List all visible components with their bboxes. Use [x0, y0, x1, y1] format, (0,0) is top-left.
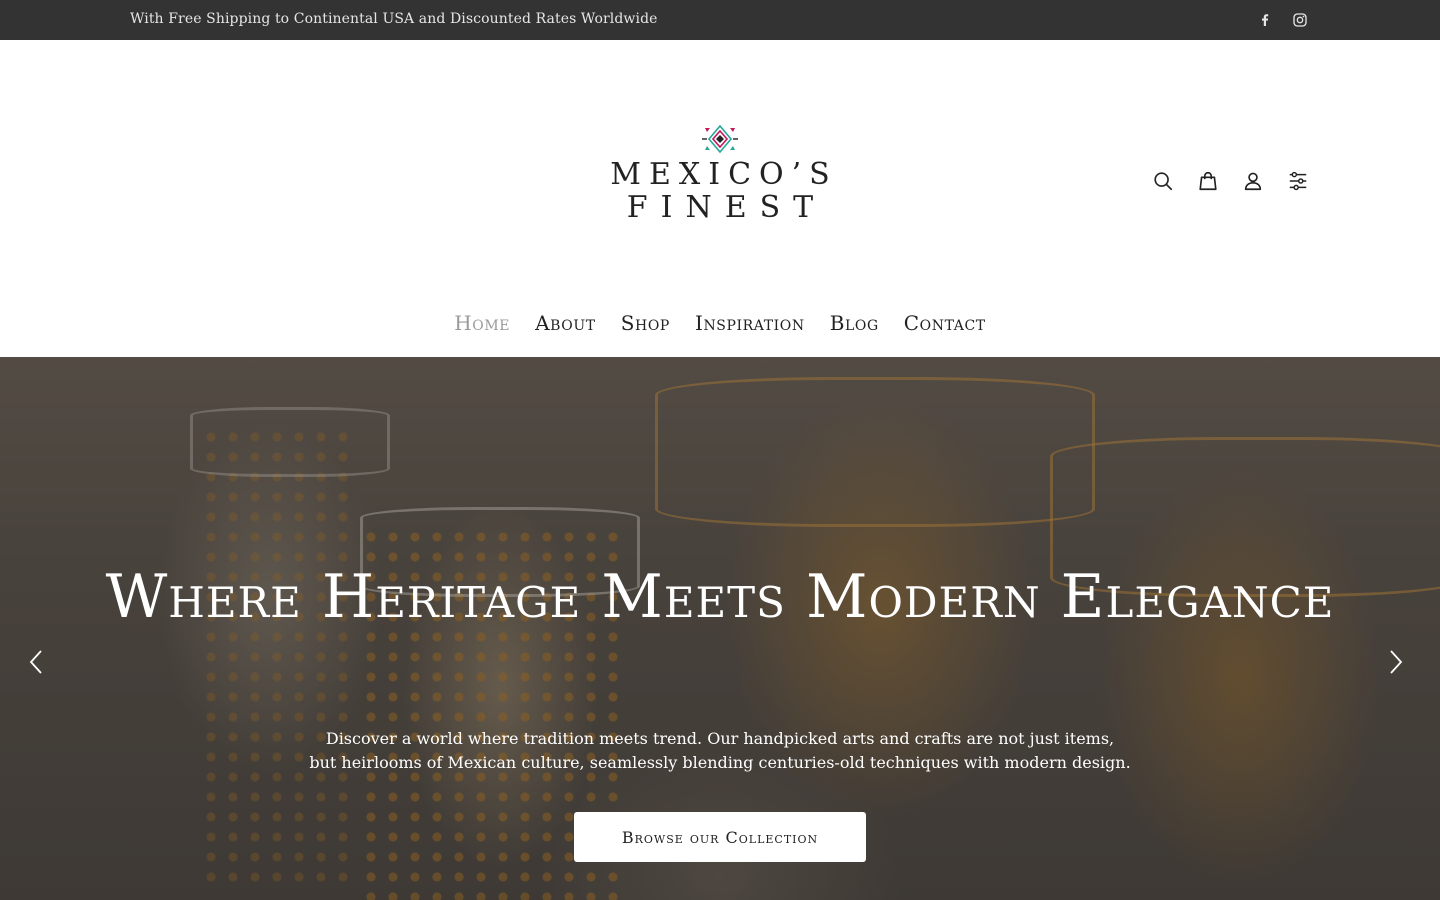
hero-slider: Where Heritage Meets Modern Elegance Dis…	[0, 357, 1440, 900]
logo-wordmark-line2: FINEST	[626, 190, 827, 225]
nav-item-blog[interactable]: Blog	[830, 306, 879, 342]
hero-subtitle-line2: but heirlooms of Mexican culture, seamle…	[309, 753, 1131, 772]
main-nav: Home About Shop Inspiration Blog Contact	[0, 306, 1440, 342]
instagram-icon[interactable]	[1290, 10, 1310, 30]
cart-icon[interactable]	[1196, 169, 1220, 193]
nav-item-home[interactable]: Home	[454, 306, 510, 342]
search-icon[interactable]	[1151, 169, 1175, 193]
nav-item-about[interactable]: About	[535, 306, 596, 342]
announcement-bar: With Free Shipping to Continental USA an…	[0, 0, 1440, 40]
browse-collection-button[interactable]: Browse our Collection	[574, 812, 866, 862]
user-icon[interactable]	[1241, 169, 1265, 193]
brand-logo[interactable]: MEXICO’S FINEST	[600, 124, 840, 228]
hero-subtitle-line1: Discover a world where tradition meets t…	[325, 729, 1115, 748]
aztec-diamond-icon	[702, 124, 738, 154]
announcement-text: With Free Shipping to Continental USA an…	[130, 11, 658, 27]
facebook-icon[interactable]	[1255, 10, 1275, 30]
nav-item-shop[interactable]: Shop	[621, 306, 670, 342]
hero-subtitle: Discover a world where tradition meets t…	[300, 727, 1140, 775]
hero-title: Where Heritage Meets Modern Elegance	[105, 562, 1335, 632]
nav-item-inspiration[interactable]: Inspiration	[695, 306, 805, 342]
filter-icon[interactable]	[1286, 169, 1310, 193]
nav-item-contact[interactable]: Contact	[904, 306, 986, 342]
logo-wordmark-line1: MEXICO’S	[610, 157, 838, 192]
chevron-left-icon[interactable]	[24, 647, 48, 677]
chevron-right-icon[interactable]	[1384, 647, 1408, 677]
